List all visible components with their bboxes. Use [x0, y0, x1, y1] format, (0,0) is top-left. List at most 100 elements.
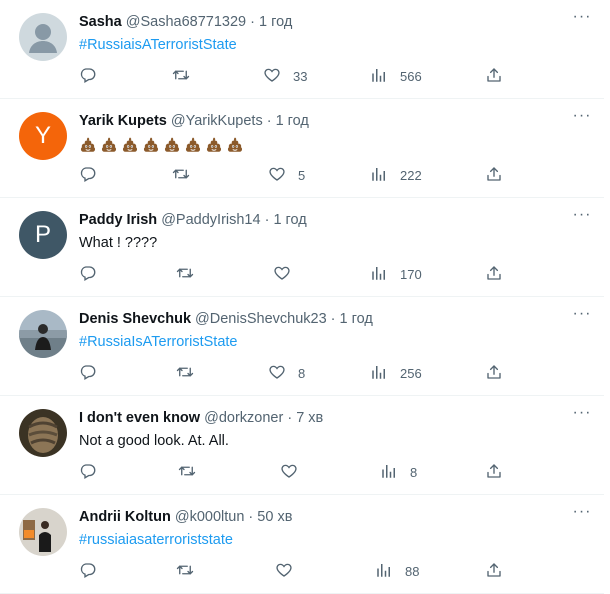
like-button[interactable] — [275, 561, 305, 581]
poop-emoji-icon — [101, 137, 117, 152]
tweet[interactable]: Sasha @Sasha68771329 · 1 год ··· #Russia… — [0, 0, 604, 99]
retweet-button[interactable] — [178, 462, 196, 482]
separator-dot: · — [283, 410, 297, 426]
more-icon[interactable]: ··· — [572, 405, 592, 424]
display-name[interactable]: Paddy Irish — [79, 212, 157, 228]
views-icon — [370, 264, 388, 285]
user-handle[interactable]: @k000ltun — [175, 509, 245, 525]
heart-icon — [273, 264, 291, 285]
like-button[interactable]: 8 — [268, 363, 305, 383]
poop-emoji-icon — [185, 137, 201, 152]
separator-dot: · — [326, 311, 340, 327]
views-icon — [380, 462, 398, 483]
tweet[interactable]: Y Yarik Kupets @YarikKupets · 1 год ··· … — [0, 99, 604, 198]
retweet-icon — [176, 561, 194, 582]
share-button[interactable] — [485, 66, 503, 86]
display-name[interactable]: Sasha — [79, 14, 122, 30]
views-button[interactable]: 256 — [370, 363, 422, 383]
retweet-button[interactable] — [176, 561, 194, 581]
user-handle[interactable]: @PaddyIrish14 — [161, 212, 260, 228]
timestamp[interactable]: 7 хв — [296, 410, 323, 426]
avatar[interactable] — [19, 13, 67, 61]
like-button[interactable]: 33 — [263, 66, 307, 86]
avatar[interactable] — [19, 508, 67, 556]
tweet[interactable]: Andrii Koltun @k000ltun · 50 хв ··· #rus… — [0, 495, 604, 594]
view-count: 222 — [400, 167, 422, 183]
heart-icon — [268, 165, 286, 186]
tweet[interactable]: P Paddy Irish @PaddyIrish14 · 1 год ··· … — [0, 198, 604, 297]
retweet-icon — [172, 165, 190, 186]
more-icon[interactable]: ··· — [572, 504, 592, 523]
reply-icon — [79, 363, 97, 384]
reply-button[interactable] — [79, 561, 97, 581]
display-name[interactable]: Andrii Koltun — [79, 509, 171, 525]
avatar[interactable] — [19, 310, 67, 358]
tweet[interactable]: I don't even know @dorkzoner · 7 хв ··· … — [0, 396, 604, 495]
timestamp[interactable]: 1 год — [276, 113, 309, 129]
views-button[interactable]: 88 — [375, 561, 419, 581]
hashtag-link[interactable]: #RussiaisATerroristState — [79, 37, 237, 53]
views-icon — [375, 561, 393, 582]
tweet-text: What ! ???? — [79, 235, 158, 251]
separator-dot: · — [246, 14, 260, 30]
reply-button[interactable] — [79, 66, 97, 86]
reply-button[interactable] — [79, 462, 97, 482]
timestamp[interactable]: 50 хв — [257, 509, 292, 525]
reply-button[interactable] — [79, 363, 97, 383]
views-button[interactable]: 566 — [370, 66, 422, 86]
timestamp[interactable]: 1 год — [340, 311, 373, 327]
like-button[interactable]: 5 — [268, 165, 305, 185]
more-icon[interactable]: ··· — [572, 306, 592, 325]
reply-button[interactable] — [79, 165, 97, 185]
poop-emoji-icon — [227, 137, 243, 152]
tweet-text: Not a good look. At. All. — [79, 433, 229, 449]
timestamp[interactable]: 1 год — [259, 14, 292, 30]
share-button[interactable] — [485, 165, 503, 185]
reply-icon — [79, 561, 97, 582]
retweet-button[interactable] — [176, 363, 194, 383]
display-name[interactable]: Denis Shevchuk — [79, 311, 191, 327]
share-button[interactable] — [485, 264, 503, 284]
views-button[interactable]: 222 — [370, 165, 422, 185]
separator-dot: · — [244, 509, 258, 525]
retweet-button[interactable] — [172, 165, 190, 185]
more-icon[interactable]: ··· — [572, 9, 592, 28]
tweet-header: Paddy Irish @PaddyIrish14 · 1 год — [79, 212, 307, 228]
reply-button[interactable] — [79, 264, 97, 284]
separator-dot: · — [262, 113, 276, 129]
user-handle[interactable]: @dorkzoner — [204, 410, 283, 426]
view-count: 170 — [400, 266, 422, 282]
retweet-icon — [172, 66, 190, 87]
views-button[interactable]: 8 — [380, 462, 417, 482]
tweet-actions: 5 222 — [79, 165, 588, 185]
views-icon — [370, 66, 388, 87]
retweet-icon — [176, 363, 194, 384]
share-button[interactable] — [485, 561, 503, 581]
more-icon[interactable]: ··· — [572, 108, 592, 127]
avatar-photo — [19, 310, 67, 358]
share-button[interactable] — [485, 363, 503, 383]
timestamp[interactable]: 1 год — [273, 212, 306, 228]
display-name[interactable]: Yarik Kupets — [79, 113, 167, 129]
hashtag-link[interactable]: #RussiaIsATerroristState — [79, 334, 237, 350]
hashtag-link[interactable]: #russiaiasaterroriststate — [79, 532, 233, 548]
user-handle[interactable]: @YarikKupets — [171, 113, 263, 129]
like-button[interactable] — [280, 462, 310, 482]
more-icon[interactable]: ··· — [572, 207, 592, 226]
retweet-button[interactable] — [172, 66, 190, 86]
tweet[interactable]: Denis Shevchuk @DenisShevchuk23 · 1 год … — [0, 297, 604, 396]
avatar[interactable] — [19, 409, 67, 457]
display-name[interactable]: I don't even know — [79, 410, 200, 426]
views-icon — [370, 363, 388, 384]
tweet-header: Denis Shevchuk @DenisShevchuk23 · 1 год — [79, 311, 373, 327]
like-button[interactable] — [273, 264, 303, 284]
like-count: 8 — [298, 365, 306, 381]
views-button[interactable]: 170 — [370, 264, 422, 284]
user-handle[interactable]: @DenisShevchuk23 — [195, 311, 327, 327]
avatar[interactable]: P — [19, 211, 67, 259]
poop-emoji-icon — [80, 137, 96, 152]
user-handle[interactable]: @Sasha68771329 — [126, 14, 246, 30]
avatar[interactable]: Y — [19, 112, 67, 160]
retweet-button[interactable] — [176, 264, 194, 284]
share-button[interactable] — [485, 462, 503, 482]
